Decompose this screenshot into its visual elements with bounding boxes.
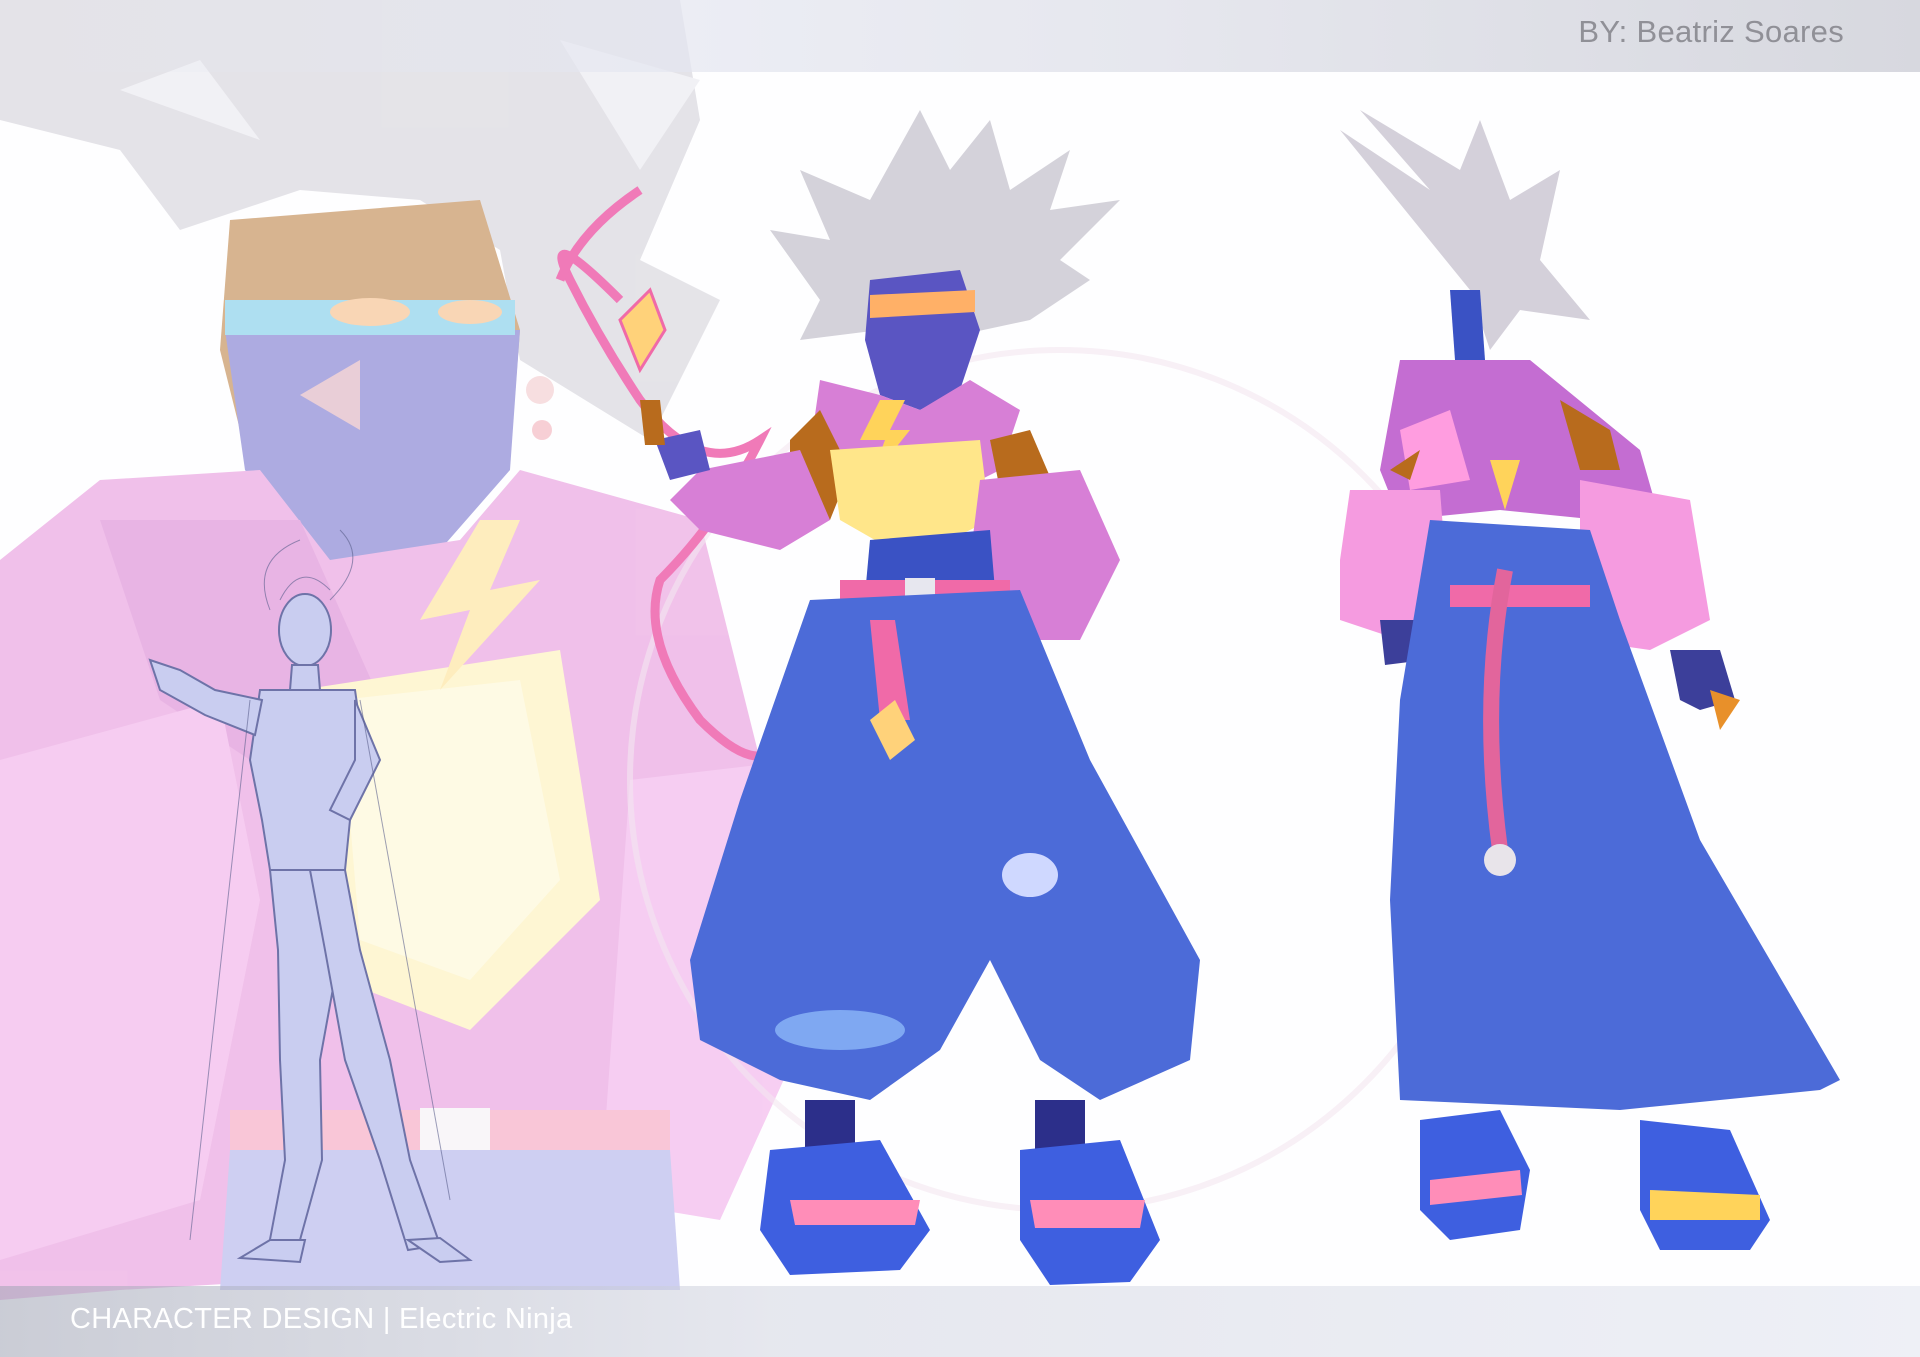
- author-credit: BY: Beatriz Soares: [1578, 14, 1844, 49]
- header-bar: BY: Beatriz Soares: [0, 0, 1920, 72]
- sheet-caption: CHARACTER DESIGN | Electric Ninja: [70, 1303, 573, 1335]
- character-sheet: BY: Beatriz Soares CHARACTER DESIGN | El…: [0, 0, 1920, 1357]
- back-view-character: [1340, 110, 1840, 1250]
